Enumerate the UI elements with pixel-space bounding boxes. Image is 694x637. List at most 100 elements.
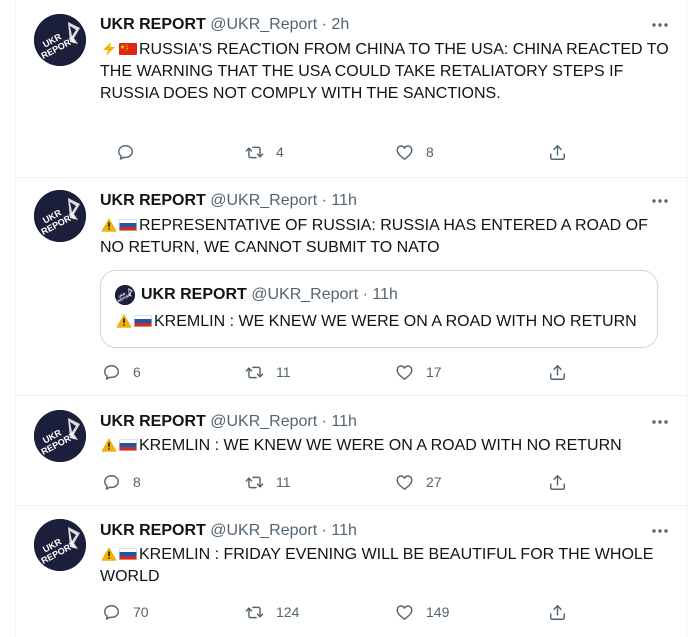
retweet-icon: [245, 363, 264, 382]
heart-icon: [395, 143, 414, 162]
like-count: 27: [426, 474, 442, 490]
lightning-icon: [100, 42, 118, 56]
display-name: UKR REPORT: [141, 286, 247, 303]
china-flag-icon: [119, 43, 137, 55]
russia-flag-icon: [119, 219, 137, 231]
timeline: UKR REPORT @UKR_Report · 2h RUSSIA'S REA…: [15, 0, 688, 637]
retweet-count: 11: [276, 474, 291, 490]
tweet-header: UKR REPORT @UKR_Report · 11h: [100, 412, 357, 432]
reply-button[interactable]: 8: [102, 470, 141, 494]
retweet-button[interactable]: 11: [245, 470, 291, 494]
ukr-report-logo[interactable]: [34, 519, 86, 571]
timestamp[interactable]: 11h: [331, 522, 357, 539]
handle[interactable]: @UKR_Report: [210, 192, 317, 209]
display-name[interactable]: UKR REPORT: [100, 413, 206, 430]
share-icon: [548, 143, 567, 162]
tweet-text: RUSSIA'S REACTION FROM CHINA TO THE USA:…: [100, 39, 670, 105]
tweet-actions: 70 124 149: [100, 600, 580, 624]
tweet-header: UKR REPORT @UKR_Report · 11h: [100, 521, 357, 541]
retweet-button[interactable]: 11: [245, 360, 291, 384]
tweet[interactable]: UKR REPORT @UKR_Report · 11h KREMLIN : W…: [16, 396, 688, 506]
reply-button[interactable]: [116, 140, 147, 164]
like-button[interactable]: 149: [395, 600, 449, 624]
reply-count: 6: [133, 364, 141, 380]
tweet-body: KREMLIN : FRIDAY EVENING WILL BE BEAUTIF…: [100, 546, 654, 585]
reply-icon: [116, 143, 135, 162]
more-icon[interactable]: [650, 412, 670, 432]
quoted-body: KREMLIN : WE KNEW WE WERE ON A ROAD WITH…: [154, 313, 637, 330]
tweet[interactable]: UKR REPORT @UKR_Report · 11h REPRESENTAT…: [16, 178, 688, 396]
retweet-icon: [245, 143, 264, 162]
ukr-report-logo[interactable]: [34, 410, 86, 462]
timestamp[interactable]: 11h: [331, 413, 357, 430]
tweet-text: KREMLIN : FRIDAY EVENING WILL BE BEAUTIF…: [100, 544, 670, 588]
reply-count: 8: [133, 474, 141, 490]
timestamp: 11h: [372, 286, 398, 303]
like-count: 8: [426, 144, 434, 160]
handle[interactable]: @UKR_Report: [210, 413, 317, 430]
separator-dot: ·: [321, 192, 327, 209]
heart-icon: [395, 603, 414, 622]
separator-dot: ·: [321, 16, 327, 33]
handle[interactable]: @UKR_Report: [210, 16, 317, 33]
like-count: 17: [426, 364, 442, 380]
share-icon: [548, 473, 567, 492]
separator-dot: ·: [321, 522, 327, 539]
tweet-actions: 4 8: [100, 140, 580, 164]
reply-icon: [102, 603, 121, 622]
warning-icon: [100, 218, 118, 232]
display-name[interactable]: UKR REPORT: [100, 192, 206, 209]
warning-icon: [100, 547, 118, 561]
like-button[interactable]: 27: [395, 470, 442, 494]
retweet-count: 124: [276, 604, 300, 620]
more-icon[interactable]: [650, 191, 670, 211]
heart-icon: [395, 363, 414, 382]
tweet[interactable]: UKR REPORT @UKR_Report · 11h KREMLIN : F…: [16, 506, 688, 637]
like-button[interactable]: 17: [395, 360, 442, 384]
share-icon: [548, 603, 567, 622]
retweet-count: 4: [276, 144, 284, 160]
quoted-header: UKR REPORT @UKR_Report · 11h: [141, 285, 398, 305]
russia-flag-icon: [119, 548, 137, 560]
like-button[interactable]: 8: [395, 140, 434, 164]
more-icon[interactable]: [650, 15, 670, 35]
share-button[interactable]: [548, 470, 567, 494]
separator-dot: ·: [321, 413, 327, 430]
reply-button[interactable]: 70: [102, 600, 149, 624]
share-button[interactable]: [548, 360, 567, 384]
tweet-text: KREMLIN : WE KNEW WE WERE ON A ROAD WITH…: [100, 435, 670, 457]
like-count: 149: [426, 604, 450, 620]
heart-icon: [395, 473, 414, 492]
retweet-button[interactable]: 4: [245, 140, 284, 164]
reply-icon: [102, 473, 121, 492]
tweet-body: RUSSIA'S REACTION FROM CHINA TO THE USA:…: [100, 41, 669, 102]
quoted-tweet[interactable]: UKR REPORT @UKR_Report · 11h KREMLIN : W…: [100, 270, 658, 348]
retweet-icon: [245, 603, 264, 622]
ukr-report-logo[interactable]: [34, 14, 86, 66]
handle[interactable]: @UKR_Report: [210, 522, 317, 539]
tweet-header: UKR REPORT @UKR_Report · 2h: [100, 15, 349, 35]
share-button[interactable]: [548, 140, 567, 164]
russia-flag-icon: [134, 315, 152, 327]
tweet-body: KREMLIN : WE KNEW WE WERE ON A ROAD WITH…: [139, 437, 622, 454]
more-icon[interactable]: [650, 521, 670, 541]
tweet-header: UKR REPORT @UKR_Report · 11h: [100, 191, 357, 211]
timestamp[interactable]: 2h: [331, 16, 349, 33]
quoted-text: KREMLIN : WE KNEW WE WERE ON A ROAD WITH…: [115, 311, 637, 333]
retweet-button[interactable]: 124: [245, 600, 299, 624]
retweet-count: 11: [276, 364, 291, 380]
russia-flag-icon: [119, 439, 137, 451]
display-name[interactable]: UKR REPORT: [100, 16, 206, 33]
separator-dot: ·: [362, 286, 368, 303]
share-button[interactable]: [548, 600, 567, 624]
ukr-report-logo[interactable]: [34, 190, 86, 242]
timestamp[interactable]: 11h: [331, 192, 357, 209]
tweet-actions: 8 11 27: [100, 470, 580, 494]
display-name[interactable]: UKR REPORT: [100, 522, 206, 539]
tweet[interactable]: UKR REPORT @UKR_Report · 2h RUSSIA'S REA…: [16, 0, 688, 178]
reply-icon: [102, 363, 121, 382]
warning-icon: [100, 438, 118, 452]
reply-count: 70: [133, 604, 149, 620]
share-icon: [548, 363, 567, 382]
reply-button[interactable]: 6: [102, 360, 141, 384]
